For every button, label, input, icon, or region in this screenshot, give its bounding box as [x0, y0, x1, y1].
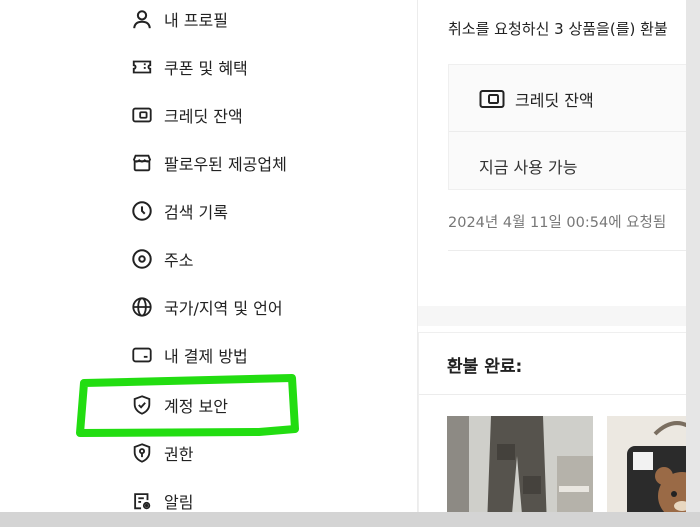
sidebar-item-followed-stores[interactable]: 팔로우된 제공업체 — [130, 146, 287, 180]
main-content: 취소를 요청하신 3 상품을(를) 환불 크레딧 잔액 지금 사용 가능 202… — [418, 0, 700, 512]
sidebar-item-label: 검색 기록 — [164, 203, 228, 222]
sidebar-item-label: 권한 — [164, 445, 194, 464]
sidebar-item-address[interactable]: 주소 — [130, 242, 193, 276]
page: 내 프로필 쿠폰 및 혜택 크레딧 잔액 팔로우된 제공업체 검색 기록 주소 … — [0, 0, 700, 512]
sidebar-item-region-language[interactable]: 국가/지역 및 언어 — [130, 290, 283, 324]
sidebar-item-label: 쿠폰 및 혜택 — [164, 59, 248, 78]
store-icon — [130, 151, 154, 175]
sidebar-item-label: 팔로우된 제공업체 — [164, 155, 287, 174]
permission-shield-icon — [130, 441, 154, 465]
window-bottom-edge — [0, 512, 700, 527]
divider — [449, 131, 700, 132]
sidebar-item-notifications[interactable]: 알림 — [130, 484, 193, 512]
location-pin-icon — [130, 247, 154, 271]
credit-balance-label: 크레딧 잔액 — [515, 91, 594, 110]
person-icon — [130, 7, 154, 31]
sidebar-nav: 내 프로필 쿠폰 및 혜택 크레딧 잔액 팔로우된 제공업체 검색 기록 주소 … — [0, 0, 418, 512]
sidebar-item-label: 알림 — [164, 493, 194, 512]
sidebar-item-label: 크레딧 잔액 — [164, 107, 243, 126]
credit-balance-title: 크레딧 잔액 — [479, 87, 594, 111]
credit-available-text: 지금 사용 가능 — [479, 158, 578, 177]
sidebar-item-credit[interactable]: 크레딧 잔액 — [130, 98, 243, 132]
credit-card-icon — [130, 103, 154, 127]
sidebar-item-label: 국가/지역 및 언어 — [164, 299, 283, 318]
sidebar-item-payment-methods[interactable]: 내 결제 방법 — [130, 338, 248, 372]
coupon-icon — [130, 55, 154, 79]
shield-check-icon — [130, 393, 154, 417]
section-gap — [418, 306, 700, 326]
credit-balance-box: 크레딧 잔액 지금 사용 가능 — [448, 64, 700, 190]
sidebar-item-label: 내 결제 방법 — [164, 347, 248, 366]
cancel-request-text: 취소를 요청하신 3 상품을(를) 환불 — [448, 20, 668, 38]
divider — [419, 394, 700, 395]
divider — [448, 250, 700, 251]
product-thumbnail[interactable] — [447, 416, 593, 512]
globe-icon — [130, 295, 154, 319]
sidebar-item-profile[interactable]: 내 프로필 — [130, 2, 228, 36]
sidebar-item-permissions[interactable]: 권한 — [130, 436, 193, 470]
clock-icon — [130, 199, 154, 223]
sidebar-item-coupons[interactable]: 쿠폰 및 혜택 — [130, 50, 248, 84]
sidebar-item-label: 내 프로필 — [164, 11, 228, 30]
sidebar-item-search-history[interactable]: 검색 기록 — [130, 194, 228, 228]
request-timestamp: 2024년 4월 11일 00:54에 요청됨 — [448, 215, 667, 231]
credit-card-icon — [479, 89, 505, 109]
notification-settings-icon — [130, 489, 154, 512]
scrollbar-track[interactable] — [686, 0, 700, 512]
wallet-icon — [130, 343, 154, 367]
sidebar-item-label: 주소 — [164, 251, 194, 270]
sidebar-item-account-security[interactable]: 계정 보안 — [130, 388, 228, 422]
refund-complete-title: 환불 완료: — [447, 357, 523, 377]
refund-complete-card: 환불 완료: — [418, 332, 700, 512]
sidebar-item-label: 계정 보안 — [164, 397, 228, 416]
